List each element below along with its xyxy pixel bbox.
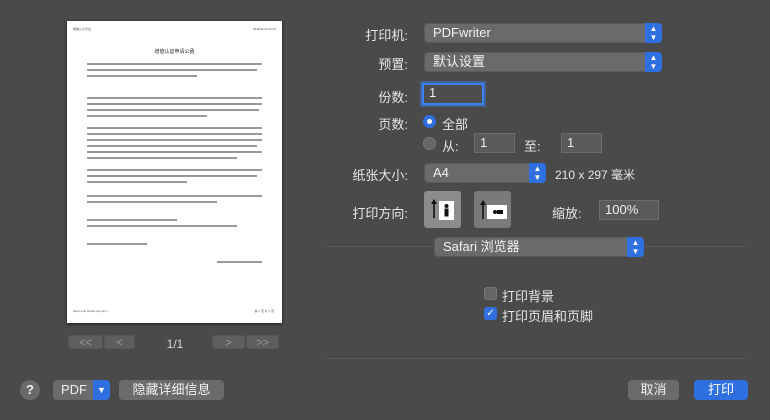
preview-text-line <box>87 109 259 111</box>
preview-footer-left: https://mp.weixin.qq.com/... <box>73 309 110 313</box>
pages-to-label: 至: <box>524 139 541 154</box>
paper-dimensions: 210 x 297 毫米 <box>555 168 636 182</box>
pdf-menu-button[interactable]: PDF ▼ <box>53 380 110 400</box>
preview-header-left: 微信公众平台 <box>73 27 92 31</box>
preview-text-line <box>87 69 257 71</box>
print-backgrounds-label: 打印背景 <box>502 289 555 304</box>
previous-page-button[interactable]: < <box>104 335 135 349</box>
landscape-orientation-button[interactable] <box>474 191 511 228</box>
preview-text-line <box>87 127 262 129</box>
preview-text-line <box>87 169 262 171</box>
help-button[interactable]: ? <box>20 380 40 400</box>
preview-text-line <box>87 151 262 153</box>
preview-text-line <box>87 195 262 197</box>
pages-range-radio[interactable] <box>423 137 436 150</box>
print-button[interactable]: 打印 <box>694 380 748 400</box>
pages-all-radio[interactable] <box>423 115 436 128</box>
updown-chevron-icon: ▲ ▼ <box>627 237 644 257</box>
pdf-label: PDF <box>61 382 87 397</box>
paper-size-label: 纸张大小: <box>352 168 408 183</box>
pages-from-input[interactable]: 1 <box>474 133 515 153</box>
printer-value: PDFwriter <box>433 25 491 40</box>
page-indicator: 1/1 <box>166 337 184 351</box>
preview-footer-right: 第 1 页 共 1 页 <box>254 309 274 313</box>
print-backgrounds-checkbox[interactable] <box>484 287 497 300</box>
preview-text-line <box>87 133 262 135</box>
portrait-orientation-button[interactable] <box>424 191 461 228</box>
preset-select[interactable]: 默认设置 ▲ ▼ <box>424 52 662 72</box>
pages-to-input[interactable]: 1 <box>561 133 602 153</box>
scale-label: 缩放: <box>552 206 582 221</box>
printer-select[interactable]: PDFwriter ▲ ▼ <box>424 23 662 43</box>
copies-input[interactable]: 1 <box>422 83 484 105</box>
page-preview: 微信公众平台 2019/11/13 13:34 增值认证申请公函 https:/… <box>67 21 282 323</box>
pages-label: 页数: <box>378 117 408 132</box>
preview-text-line <box>87 75 197 77</box>
preview-text-line <box>87 139 262 141</box>
preview-document-title: 增值认证申请公函 <box>154 49 195 55</box>
preset-label: 预置: <box>378 57 408 72</box>
print-dialog: 微信公众平台 2019/11/13 13:34 增值认证申请公函 https:/… <box>0 0 770 420</box>
checkmark-icon: ✓ <box>486 308 495 319</box>
section-divider <box>326 358 746 359</box>
preview-text-line <box>87 115 207 117</box>
next-page-button[interactable]: > <box>212 335 245 349</box>
preview-text-line <box>87 63 262 65</box>
landscape-icon <box>480 200 507 219</box>
print-headers-footers-checkbox[interactable]: ✓ <box>484 307 497 320</box>
preview-text-line <box>217 261 262 263</box>
updown-chevron-icon: ▲ ▼ <box>645 52 662 72</box>
portrait-icon <box>431 199 454 220</box>
pages-from-label: 从: <box>442 139 459 154</box>
first-page-button[interactable]: << <box>68 335 103 349</box>
preview-header-right: 2019/11/13 13:34 <box>252 27 276 31</box>
preview-text-line <box>87 175 257 177</box>
cancel-button[interactable]: 取消 <box>628 380 679 400</box>
scale-input[interactable]: 100% <box>599 200 659 220</box>
preview-text-line <box>87 225 237 227</box>
updown-chevron-icon: ▲ ▼ <box>645 23 662 43</box>
preview-text-line <box>87 201 217 203</box>
app-section-select[interactable]: Safari 浏览器 ▲ ▼ <box>434 237 644 257</box>
preview-text-line <box>87 145 257 147</box>
paper-size-select[interactable]: A4 ▲ ▼ <box>424 163 546 183</box>
preview-text-line <box>87 181 187 183</box>
hide-details-button[interactable]: 隐藏详细信息 <box>119 380 224 400</box>
preset-value: 默认设置 <box>433 54 486 69</box>
print-headers-footers-label: 打印页眉和页脚 <box>502 309 594 324</box>
updown-chevron-icon: ▲ ▼ <box>529 163 546 183</box>
preview-text-line <box>87 243 147 245</box>
pages-all-label: 全部 <box>442 117 469 132</box>
last-page-button[interactable]: >> <box>246 335 279 349</box>
preview-text-line <box>87 103 262 105</box>
chevron-down-icon: ▼ <box>93 380 110 400</box>
preview-text-line <box>87 157 237 159</box>
orientation-label: 打印方向: <box>352 206 408 221</box>
preview-text-line <box>87 97 262 99</box>
preview-text-line <box>87 219 177 221</box>
printer-label: 打印机: <box>365 28 408 43</box>
copies-label: 份数: <box>378 90 408 105</box>
app-section-value: Safari 浏览器 <box>443 239 520 254</box>
paper-size-value: A4 <box>433 165 449 180</box>
